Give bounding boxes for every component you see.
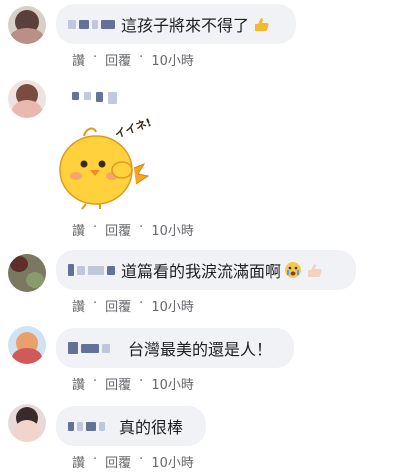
comment-bubble: 道篇看的我淚流滿面啊 bbox=[56, 250, 356, 290]
separator: · bbox=[93, 296, 98, 311]
comment-text: 這孩子將來不得了 bbox=[121, 16, 250, 35]
separator: · bbox=[139, 374, 144, 389]
separator: · bbox=[139, 50, 144, 65]
thumbs-up-icon bbox=[252, 15, 270, 33]
commenter-name[interactable] bbox=[68, 19, 115, 29]
chick-sticker: イイネ! bbox=[56, 116, 162, 210]
avatar[interactable] bbox=[8, 80, 46, 118]
like-button[interactable]: 讚 bbox=[72, 296, 85, 315]
like-button[interactable]: 讚 bbox=[72, 452, 85, 471]
comment-text: 真的很棒 bbox=[119, 418, 184, 437]
like-button[interactable]: 讚 bbox=[72, 374, 85, 393]
separator: · bbox=[139, 452, 144, 467]
commenter-name[interactable] bbox=[68, 421, 105, 431]
separator: · bbox=[93, 220, 98, 235]
separator: · bbox=[139, 296, 144, 311]
avatar[interactable] bbox=[8, 254, 46, 292]
timestamp[interactable]: 10小時 bbox=[151, 374, 194, 393]
reply-button[interactable]: 回覆 bbox=[105, 374, 131, 393]
avatar[interactable] bbox=[8, 404, 46, 442]
like-button[interactable]: 讚 bbox=[72, 220, 85, 239]
commenter-name[interactable] bbox=[68, 264, 115, 276]
comment-actions: 讚 · 回覆 · 10小時 bbox=[72, 296, 194, 315]
reply-button[interactable]: 回覆 bbox=[105, 452, 131, 471]
comment-bubble: 台灣最美的還是人！ bbox=[56, 328, 294, 368]
comment-bubble: 這孩子將來不得了 bbox=[56, 4, 296, 44]
separator: · bbox=[93, 374, 98, 389]
avatar[interactable] bbox=[8, 326, 46, 364]
comment-actions: 讚 · 回覆 · 10小時 bbox=[72, 452, 194, 471]
timestamp[interactable]: 10小時 bbox=[151, 452, 194, 471]
timestamp[interactable]: 10小時 bbox=[151, 220, 194, 239]
reply-button[interactable]: 回覆 bbox=[105, 220, 131, 239]
reply-button[interactable]: 回覆 bbox=[105, 296, 131, 315]
timestamp[interactable]: 10小時 bbox=[151, 296, 194, 315]
separator: · bbox=[93, 452, 98, 467]
like-button[interactable]: 讚 bbox=[72, 50, 85, 69]
reply-button[interactable]: 回覆 bbox=[105, 50, 131, 69]
thumbs-up-icon bbox=[305, 261, 323, 279]
timestamp[interactable]: 10小時 bbox=[151, 50, 194, 69]
commenter-name[interactable] bbox=[72, 92, 117, 104]
avatar[interactable] bbox=[8, 6, 46, 44]
comment-actions: 讚 · 回覆 · 10小時 bbox=[72, 220, 194, 239]
comment-actions: 讚 · 回覆 · 10小時 bbox=[72, 50, 194, 69]
comment-bubble: 真的很棒 bbox=[56, 406, 206, 446]
comment-text: 台灣最美的還是人！ bbox=[128, 340, 273, 359]
separator: · bbox=[139, 220, 144, 235]
crying-face-icon bbox=[284, 261, 302, 279]
comment-text: 道篇看的我淚流滿面啊 bbox=[121, 262, 282, 281]
separator: · bbox=[93, 50, 98, 65]
comment-actions: 讚 · 回覆 · 10小時 bbox=[72, 374, 194, 393]
commenter-name[interactable] bbox=[68, 342, 110, 354]
